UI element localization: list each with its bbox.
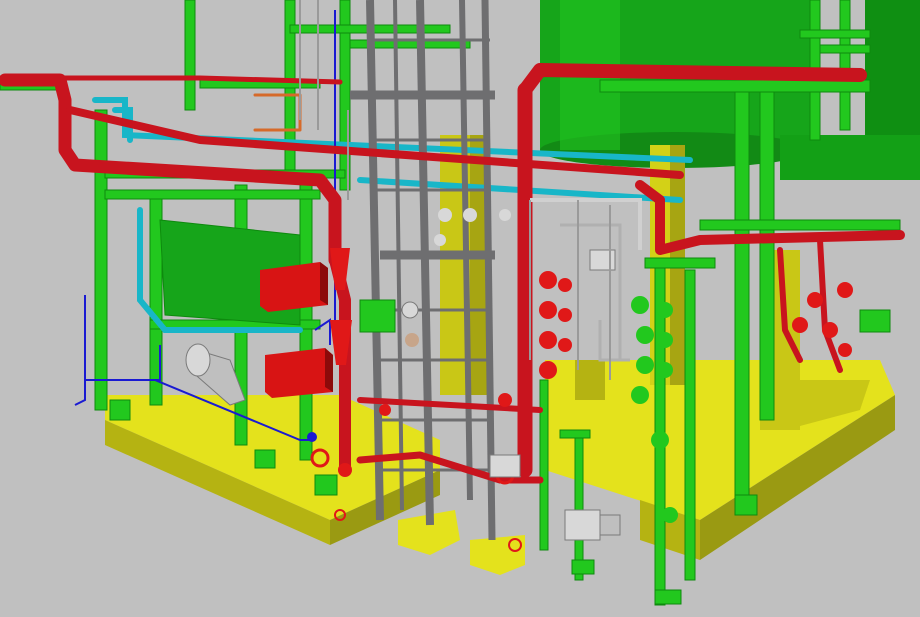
3d-plant-viewport[interactable] bbox=[0, 0, 920, 617]
plant-model-scene[interactable] bbox=[0, 0, 920, 617]
foundation-skid[interactable] bbox=[105, 135, 895, 575]
